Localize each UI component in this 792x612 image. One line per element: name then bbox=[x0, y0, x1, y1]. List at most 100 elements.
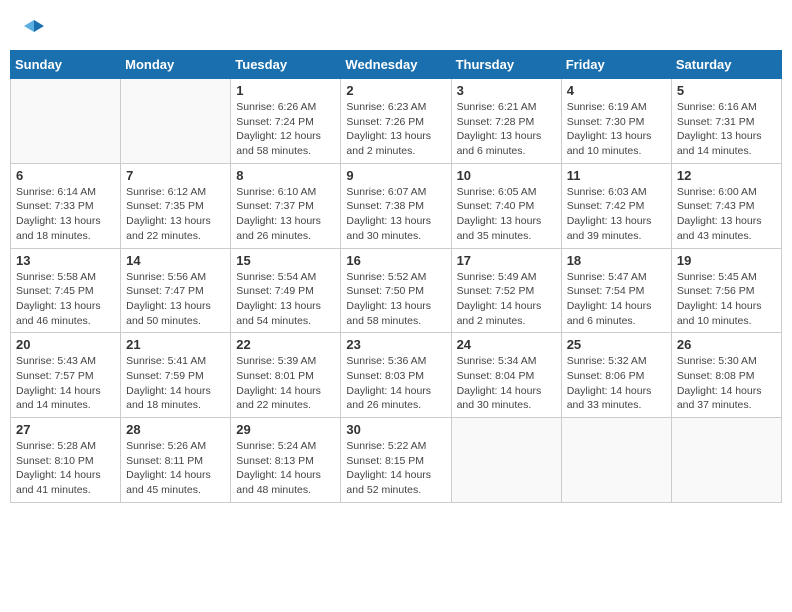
page-header bbox=[10, 10, 782, 46]
day-number: 16 bbox=[346, 253, 445, 268]
week-row-2: 6 Sunrise: 6:14 AMSunset: 7:33 PMDaylight… bbox=[11, 163, 782, 248]
day-info: Sunrise: 6:23 AMSunset: 7:26 PMDaylight:… bbox=[346, 100, 445, 159]
weekday-header-thursday: Thursday bbox=[451, 51, 561, 79]
day-info: Sunrise: 5:36 AMSunset: 8:03 PMDaylight:… bbox=[346, 354, 445, 413]
day-cell bbox=[561, 418, 671, 503]
day-number: 2 bbox=[346, 83, 445, 98]
weekday-header-friday: Friday bbox=[561, 51, 671, 79]
day-number: 23 bbox=[346, 337, 445, 352]
day-number: 25 bbox=[567, 337, 666, 352]
day-cell: 8 Sunrise: 6:10 AMSunset: 7:37 PMDaylight… bbox=[231, 163, 341, 248]
day-number: 18 bbox=[567, 253, 666, 268]
day-info: Sunrise: 5:26 AMSunset: 8:11 PMDaylight:… bbox=[126, 439, 225, 498]
day-info: Sunrise: 5:58 AMSunset: 7:45 PMDaylight:… bbox=[16, 270, 115, 329]
day-info: Sunrise: 5:56 AMSunset: 7:47 PMDaylight:… bbox=[126, 270, 225, 329]
day-info: Sunrise: 6:05 AMSunset: 7:40 PMDaylight:… bbox=[457, 185, 556, 244]
day-number: 1 bbox=[236, 83, 335, 98]
week-row-5: 27 Sunrise: 5:28 AMSunset: 8:10 PMDayligh… bbox=[11, 418, 782, 503]
day-cell: 14 Sunrise: 5:56 AMSunset: 7:47 PMDayligh… bbox=[121, 248, 231, 333]
day-info: Sunrise: 6:19 AMSunset: 7:30 PMDaylight:… bbox=[567, 100, 666, 159]
day-info: Sunrise: 6:14 AMSunset: 7:33 PMDaylight:… bbox=[16, 185, 115, 244]
day-number: 12 bbox=[677, 168, 776, 183]
day-cell: 16 Sunrise: 5:52 AMSunset: 7:50 PMDayligh… bbox=[341, 248, 451, 333]
day-info: Sunrise: 6:00 AMSunset: 7:43 PMDaylight:… bbox=[677, 185, 776, 244]
day-info: Sunrise: 6:10 AMSunset: 7:37 PMDaylight:… bbox=[236, 185, 335, 244]
day-number: 20 bbox=[16, 337, 115, 352]
day-info: Sunrise: 5:41 AMSunset: 7:59 PMDaylight:… bbox=[126, 354, 225, 413]
day-info: Sunrise: 5:28 AMSunset: 8:10 PMDaylight:… bbox=[16, 439, 115, 498]
day-info: Sunrise: 6:26 AMSunset: 7:24 PMDaylight:… bbox=[236, 100, 335, 159]
day-cell: 7Sunrise: 6:12 AMSunset: 7:35 PMDaylight… bbox=[121, 163, 231, 248]
day-number: 28 bbox=[126, 422, 225, 437]
day-cell bbox=[121, 79, 231, 164]
day-number: 19 bbox=[677, 253, 776, 268]
day-cell: 1 Sunrise: 6:26 AMSunset: 7:24 PMDaylight… bbox=[231, 79, 341, 164]
day-cell: 18Sunrise: 5:47 AMSunset: 7:54 PMDayligh… bbox=[561, 248, 671, 333]
week-row-3: 13 Sunrise: 5:58 AMSunset: 7:45 PMDayligh… bbox=[11, 248, 782, 333]
day-cell: 5 Sunrise: 6:16 AMSunset: 7:31 PMDaylight… bbox=[671, 79, 781, 164]
calendar: SundayMondayTuesdayWednesdayThursdayFrid… bbox=[10, 50, 782, 503]
day-info: Sunrise: 5:32 AMSunset: 8:06 PMDaylight:… bbox=[567, 354, 666, 413]
day-number: 21 bbox=[126, 337, 225, 352]
logo bbox=[20, 18, 46, 42]
day-info: Sunrise: 6:16 AMSunset: 7:31 PMDaylight:… bbox=[677, 100, 776, 159]
weekday-header-monday: Monday bbox=[121, 51, 231, 79]
day-number: 6 bbox=[16, 168, 115, 183]
day-cell: 11 Sunrise: 6:03 AMSunset: 7:42 PMDayligh… bbox=[561, 163, 671, 248]
day-cell: 10Sunrise: 6:05 AMSunset: 7:40 PMDayligh… bbox=[451, 163, 561, 248]
day-info: Sunrise: 5:22 AMSunset: 8:15 PMDaylight:… bbox=[346, 439, 445, 498]
day-cell: 23 Sunrise: 5:36 AMSunset: 8:03 PMDayligh… bbox=[341, 333, 451, 418]
day-info: Sunrise: 5:34 AMSunset: 8:04 PMDaylight:… bbox=[457, 354, 556, 413]
day-cell: 26 Sunrise: 5:30 AMSunset: 8:08 PMDayligh… bbox=[671, 333, 781, 418]
day-number: 15 bbox=[236, 253, 335, 268]
day-cell: 22Sunrise: 5:39 AMSunset: 8:01 PMDayligh… bbox=[231, 333, 341, 418]
day-number: 27 bbox=[16, 422, 115, 437]
day-number: 4 bbox=[567, 83, 666, 98]
day-cell: 28 Sunrise: 5:26 AMSunset: 8:11 PMDayligh… bbox=[121, 418, 231, 503]
day-cell: 9 Sunrise: 6:07 AMSunset: 7:38 PMDaylight… bbox=[341, 163, 451, 248]
week-row-1: 1 Sunrise: 6:26 AMSunset: 7:24 PMDaylight… bbox=[11, 79, 782, 164]
day-number: 26 bbox=[677, 337, 776, 352]
weekday-header-sunday: Sunday bbox=[11, 51, 121, 79]
day-number: 11 bbox=[567, 168, 666, 183]
day-number: 8 bbox=[236, 168, 335, 183]
weekday-header-tuesday: Tuesday bbox=[231, 51, 341, 79]
day-cell: 17Sunrise: 5:49 AMSunset: 7:52 PMDayligh… bbox=[451, 248, 561, 333]
day-number: 9 bbox=[346, 168, 445, 183]
day-cell: 2 Sunrise: 6:23 AMSunset: 7:26 PMDaylight… bbox=[341, 79, 451, 164]
day-number: 29 bbox=[236, 422, 335, 437]
day-cell: 20 Sunrise: 5:43 AMSunset: 7:57 PMDayligh… bbox=[11, 333, 121, 418]
day-cell: 30 Sunrise: 5:22 AMSunset: 8:15 PMDayligh… bbox=[341, 418, 451, 503]
day-cell: 4 Sunrise: 6:19 AMSunset: 7:30 PMDaylight… bbox=[561, 79, 671, 164]
day-number: 14 bbox=[126, 253, 225, 268]
day-info: Sunrise: 5:45 AMSunset: 7:56 PMDaylight:… bbox=[677, 270, 776, 329]
day-number: 30 bbox=[346, 422, 445, 437]
day-cell: 27 Sunrise: 5:28 AMSunset: 8:10 PMDayligh… bbox=[11, 418, 121, 503]
day-info: Sunrise: 5:30 AMSunset: 8:08 PMDaylight:… bbox=[677, 354, 776, 413]
logo-icon bbox=[22, 18, 46, 42]
day-cell: 21 Sunrise: 5:41 AMSunset: 7:59 PMDayligh… bbox=[121, 333, 231, 418]
weekday-header-saturday: Saturday bbox=[671, 51, 781, 79]
day-cell: 29 Sunrise: 5:24 AMSunset: 8:13 PMDayligh… bbox=[231, 418, 341, 503]
day-info: Sunrise: 6:21 AMSunset: 7:28 PMDaylight:… bbox=[457, 100, 556, 159]
day-number: 13 bbox=[16, 253, 115, 268]
week-row-4: 20 Sunrise: 5:43 AMSunset: 7:57 PMDayligh… bbox=[11, 333, 782, 418]
day-cell bbox=[671, 418, 781, 503]
day-cell: 13 Sunrise: 5:58 AMSunset: 7:45 PMDayligh… bbox=[11, 248, 121, 333]
day-cell: 6 Sunrise: 6:14 AMSunset: 7:33 PMDaylight… bbox=[11, 163, 121, 248]
day-cell: 24Sunrise: 5:34 AMSunset: 8:04 PMDayligh… bbox=[451, 333, 561, 418]
day-cell: 3Sunrise: 6:21 AMSunset: 7:28 PMDaylight… bbox=[451, 79, 561, 164]
day-cell: 19 Sunrise: 5:45 AMSunset: 7:56 PMDayligh… bbox=[671, 248, 781, 333]
day-info: Sunrise: 6:12 AMSunset: 7:35 PMDaylight:… bbox=[126, 185, 225, 244]
day-info: Sunrise: 5:24 AMSunset: 8:13 PMDaylight:… bbox=[236, 439, 335, 498]
day-number: 5 bbox=[677, 83, 776, 98]
day-info: Sunrise: 5:43 AMSunset: 7:57 PMDaylight:… bbox=[16, 354, 115, 413]
day-info: Sunrise: 5:54 AMSunset: 7:49 PMDaylight:… bbox=[236, 270, 335, 329]
day-info: Sunrise: 6:07 AMSunset: 7:38 PMDaylight:… bbox=[346, 185, 445, 244]
day-cell: 15 Sunrise: 5:54 AMSunset: 7:49 PMDayligh… bbox=[231, 248, 341, 333]
day-info: Sunrise: 5:52 AMSunset: 7:50 PMDaylight:… bbox=[346, 270, 445, 329]
day-info: Sunrise: 6:03 AMSunset: 7:42 PMDaylight:… bbox=[567, 185, 666, 244]
day-number: 22 bbox=[236, 337, 335, 352]
weekday-header-wednesday: Wednesday bbox=[341, 51, 451, 79]
day-cell bbox=[11, 79, 121, 164]
